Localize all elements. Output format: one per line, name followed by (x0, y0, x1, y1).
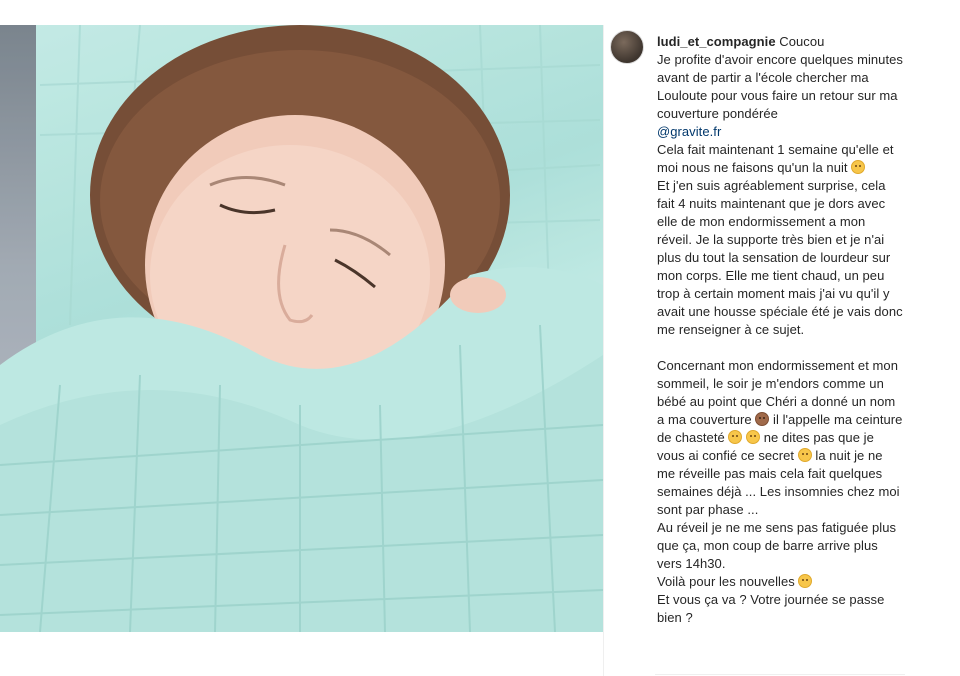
tongue-face-icon (797, 448, 812, 462)
smiling-face-icon (851, 160, 866, 174)
caption-paragraph-3: Et j'en suis agréablement surprise, cela… (657, 178, 903, 337)
mention-link[interactable]: @gravite.fr (657, 124, 721, 139)
caption-greeting: Coucou (779, 34, 825, 49)
user-avatar[interactable] (610, 30, 644, 64)
sleeping-woman-illustration (0, 25, 603, 632)
caption-paragraph-1: Je profite d'avoir encore quelques minut… (657, 52, 903, 121)
caption-paragraph-6: Voilà pour les nouvelles (657, 574, 795, 589)
sidebar-divider (655, 674, 905, 675)
winking-face-icon (798, 574, 813, 588)
post-caption: ludi_et_compagnie Coucou Je profite d'av… (657, 33, 903, 627)
username-link[interactable]: ludi_et_compagnie (657, 34, 776, 49)
caption-paragraph-7: Et vous ça va ? Votre journée se passe b… (657, 592, 885, 625)
caption-paragraph-5: Au réveil je ne me sens pas fatiguée plu… (657, 520, 897, 571)
post-photo[interactable] (0, 25, 603, 632)
hushed-face-icon (746, 430, 761, 444)
winking-face-icon (728, 430, 743, 444)
see-no-evil-monkey-icon (755, 412, 770, 426)
